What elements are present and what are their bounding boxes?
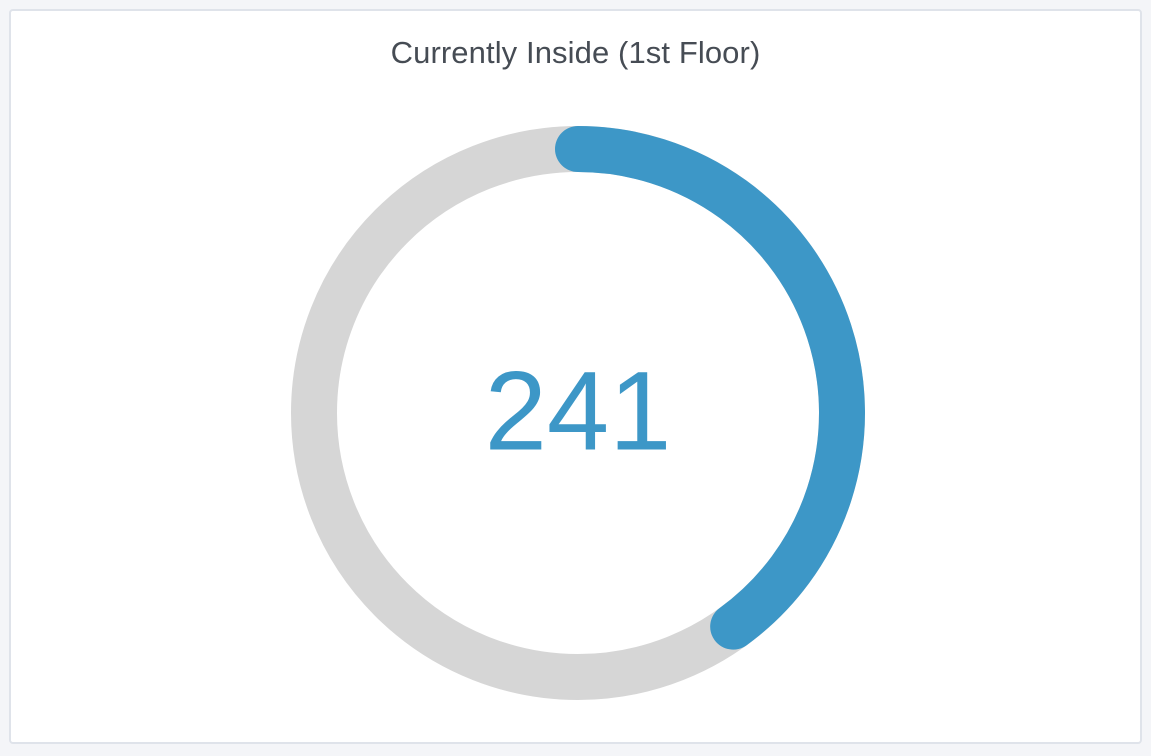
gauge-panel: Currently Inside (1st Floor) 241 bbox=[9, 9, 1142, 744]
gauge-value: 241 bbox=[485, 349, 672, 474]
gauge-chart: 241 bbox=[291, 126, 865, 700]
